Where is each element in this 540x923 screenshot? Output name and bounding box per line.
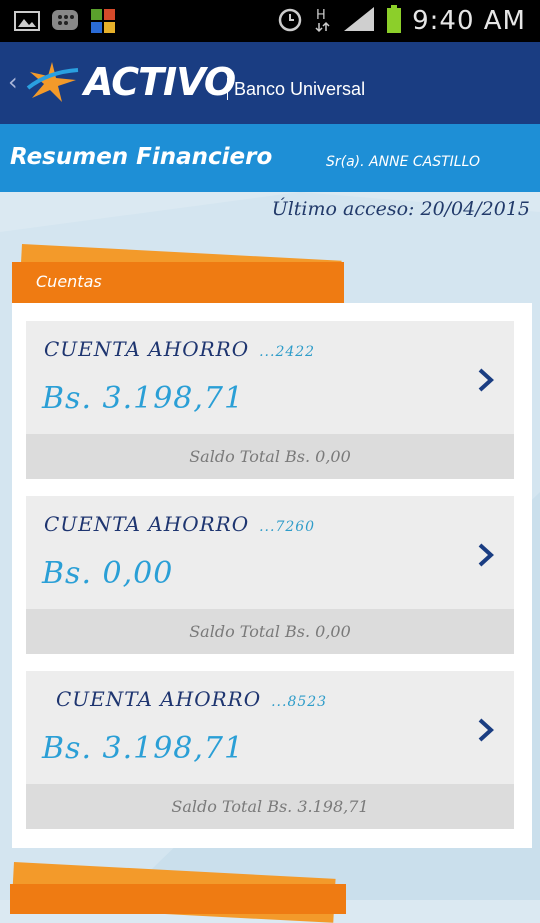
- blackberry-icon: [50, 8, 80, 34]
- app-header: ‹ ACTIVO Banco Universal: [0, 42, 540, 124]
- status-time: 9:40 AM: [412, 6, 526, 36]
- account-balance: Bs. 0,00: [42, 556, 174, 591]
- brand-subtitle: Banco Universal: [227, 78, 365, 100]
- chevron-right-icon[interactable]: [476, 542, 496, 568]
- account-total-row: Saldo Total Bs. 0,00: [26, 434, 514, 479]
- account-number: ...7260: [259, 519, 316, 535]
- account-total-row: Saldo Total Bs. 3.198,71: [26, 784, 514, 829]
- status-bar: H 9:40 AM: [0, 0, 540, 42]
- app-icon: [88, 8, 118, 34]
- account-balance: Bs. 3.198,71: [42, 381, 245, 416]
- account-total-row: Saldo Total Bs. 0,00: [26, 609, 514, 654]
- next-section-tab[interactable]: [10, 884, 346, 914]
- chevron-right-icon[interactable]: [476, 717, 496, 743]
- account-card-header[interactable]: CUENTA AHORRO ...7260 Bs. 0,00: [26, 496, 514, 609]
- alarm-icon: [276, 5, 304, 37]
- account-total: Saldo Total Bs. 0,00: [189, 447, 351, 466]
- user-name: Sr(a). ANNE CASTILLO: [326, 154, 480, 170]
- account-total: Saldo Total Bs. 0,00: [189, 622, 351, 641]
- account-number: ...2422: [259, 344, 316, 360]
- account-type: CUENTA AHORRO ...7260: [44, 512, 316, 536]
- page-title: Resumen Financiero: [10, 144, 273, 170]
- account-card-header[interactable]: CUENTA AHORRO ...2422 Bs. 3.198,71: [26, 321, 514, 434]
- battery-icon: [386, 4, 402, 38]
- signal-icon: [342, 5, 376, 37]
- section-label: Cuentas: [36, 272, 102, 291]
- brand-name: ACTIVO: [84, 60, 236, 104]
- network-h-icon: H: [314, 5, 332, 37]
- account-type: CUENTA AHORRO ...8523: [56, 687, 328, 711]
- title-bar: Resumen Financiero Sr(a). ANNE CASTILLO: [0, 124, 540, 192]
- account-card[interactable]: CUENTA AHORRO ...8523 Bs. 3.198,71 Saldo …: [26, 671, 514, 829]
- account-type: CUENTA AHORRO ...2422: [44, 337, 316, 361]
- account-card-header[interactable]: CUENTA AHORRO ...8523 Bs. 3.198,71: [26, 671, 514, 784]
- account-card[interactable]: CUENTA AHORRO ...7260 Bs. 0,00 Saldo Tota…: [26, 496, 514, 654]
- activo-logo-star-icon: [24, 58, 80, 110]
- image-icon: [12, 8, 42, 34]
- svg-text:H: H: [316, 8, 326, 23]
- chevron-right-icon[interactable]: [476, 367, 496, 393]
- account-total: Saldo Total Bs. 3.198,71: [171, 797, 369, 816]
- back-chevron-icon[interactable]: ‹: [8, 68, 18, 96]
- last-access: Último acceso: 20/04/2015: [271, 198, 530, 220]
- account-balance: Bs. 3.198,71: [42, 731, 245, 766]
- account-card[interactable]: CUENTA AHORRO ...2422 Bs. 3.198,71 Saldo …: [26, 321, 514, 479]
- account-number: ...8523: [271, 694, 328, 710]
